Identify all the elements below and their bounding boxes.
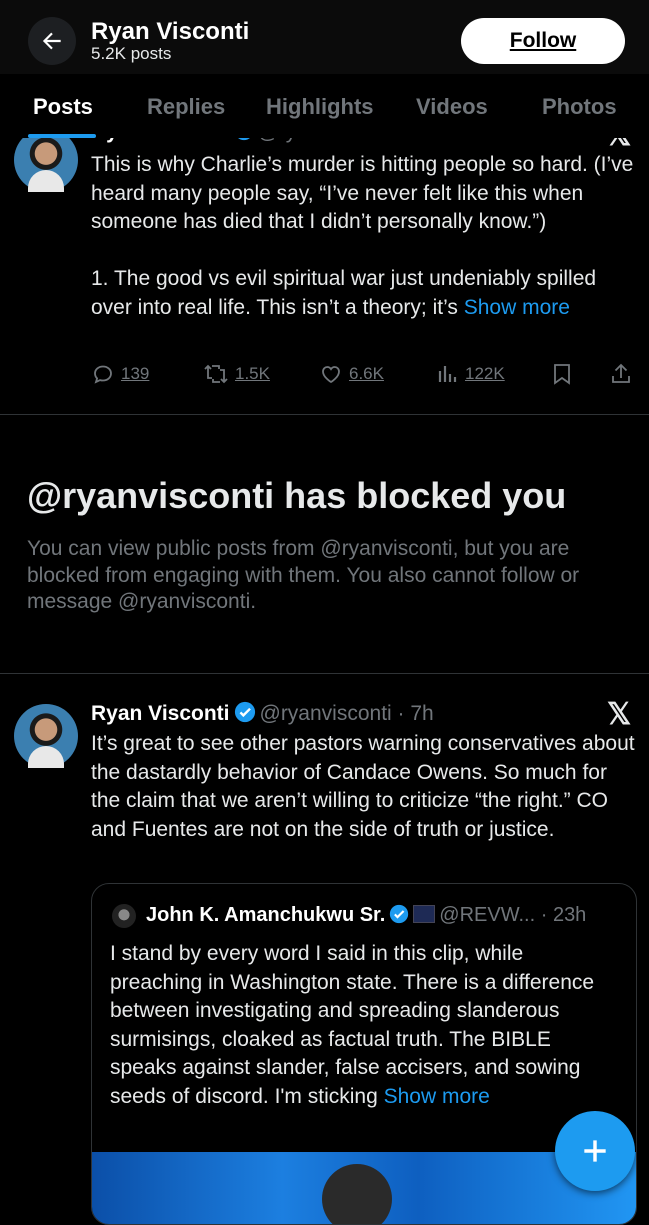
quote-media-image[interactable] — [92, 1152, 636, 1224]
post-actions: 139 1.5K 6.6K 122K — [91, 362, 636, 392]
repost-icon — [204, 364, 228, 384]
views-chart-icon — [438, 366, 457, 382]
repost-count: 1.5K — [235, 364, 270, 383]
post-text: It’s great to see other pastors warning … — [91, 732, 635, 841]
post-paragraph: 1. The good vs evil spiritual war just u… — [91, 265, 636, 322]
back-button[interactable] — [28, 17, 76, 65]
bookmark-icon — [554, 364, 570, 385]
profile-tabs: Posts Replies Highlights Videos Photos — [0, 74, 649, 138]
quote-header: John K. Amanchukwu Sr. @REVW... · 23h — [146, 904, 586, 927]
quote-text-fragment: I stand by every word I said in this cli… — [110, 942, 595, 1108]
blocked-message: You can view public posts from @ryanvisc… — [27, 537, 580, 613]
follow-button[interactable]: Follow — [461, 18, 625, 64]
tab-videos[interactable]: Videos — [416, 94, 488, 120]
x-logo-icon: 𝕏 — [607, 698, 632, 731]
author-name[interactable]: Ryan Visconti — [91, 702, 230, 725]
author-handle-time: @ryanvisconti · 7h — [259, 702, 434, 725]
share-button[interactable] — [609, 362, 633, 386]
post-count: 5.2K posts — [91, 44, 172, 63]
compose-button[interactable] — [555, 1111, 635, 1191]
quote-text: I stand by every word I said in this cli… — [110, 940, 618, 1111]
affiliate-badge-icon — [413, 905, 436, 923]
tab-posts[interactable]: Posts — [33, 94, 93, 120]
share-icon — [612, 363, 630, 383]
profile-header: Ryan Visconti 5.2K posts Follow — [0, 0, 649, 74]
divider — [0, 673, 649, 674]
post-header: Ryan Visconti @ryanvisconti · 7h — [91, 701, 434, 726]
arrow-left-icon — [42, 32, 61, 50]
like-count: 6.6K — [349, 364, 384, 383]
show-more-link[interactable]: Show more — [464, 296, 570, 319]
reply-button[interactable]: 139 — [91, 362, 149, 386]
blocked-title: @ryanvisconti has blocked you — [27, 475, 567, 516]
view-count: 122K — [465, 364, 505, 383]
active-tab-indicator — [28, 134, 96, 138]
verified-badge-icon — [234, 701, 255, 723]
tab-photos[interactable]: Photos — [542, 94, 617, 120]
avatar[interactable] — [14, 704, 78, 768]
post-text: This is why Charlie’s murder is hitting … — [91, 151, 636, 322]
views-button[interactable]: 122K — [437, 362, 505, 386]
profile-name: Ryan Visconti — [91, 18, 250, 45]
like-button[interactable]: 6.6K — [319, 362, 384, 386]
verified-badge-icon — [390, 904, 409, 924]
repost-button[interactable]: 1.5K — [203, 362, 270, 386]
tab-replies[interactable]: Replies — [147, 94, 225, 120]
reply-count: 139 — [121, 364, 150, 383]
post-paragraph: This is why Charlie’s murder is hitting … — [91, 153, 634, 233]
quote-handle-time: @REVW... · 23h — [439, 904, 587, 926]
quote-author-name: John K. Amanchukwu Sr. — [146, 904, 386, 926]
heart-icon — [322, 366, 340, 384]
bookmark-button[interactable] — [551, 362, 573, 386]
plus-icon — [584, 1140, 606, 1162]
quote-avatar — [112, 904, 136, 928]
show-more-link[interactable]: Show more — [384, 1085, 490, 1108]
tab-highlights[interactable]: Highlights — [266, 94, 374, 120]
reply-icon — [94, 365, 112, 384]
quoted-post[interactable]: John K. Amanchukwu Sr. @REVW... · 23h I s… — [91, 883, 637, 1225]
divider — [0, 414, 649, 415]
